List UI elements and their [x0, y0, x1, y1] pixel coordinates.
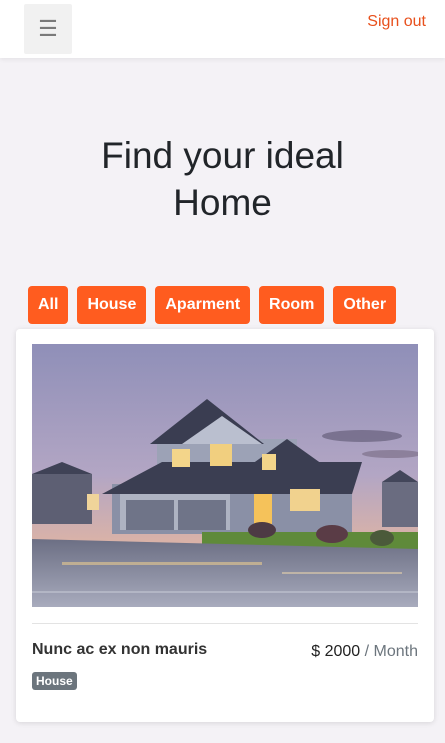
listing-photo[interactable] [32, 344, 418, 607]
card-divider [32, 623, 418, 624]
house-photo-image [32, 344, 418, 607]
sign-out-link[interactable]: Sign out [367, 13, 426, 31]
hamburger-icon: ☰ [38, 16, 58, 41]
filter-all-button[interactable]: All [28, 286, 69, 324]
property-type-badge: House [32, 672, 77, 690]
price-unit: / Month [364, 643, 418, 660]
filter-room-button[interactable]: Room [259, 286, 325, 324]
page-title-line-1: Find your ideal [101, 135, 344, 176]
page-title-line-2: Home [173, 182, 272, 223]
page-title: Find your ideal Home [0, 132, 445, 226]
listing-card[interactable]: Nunc ac ex non mauris $ 2000 / Month Hou… [16, 329, 434, 722]
filter-other-button[interactable]: Other [333, 286, 397, 324]
menu-toggle-button[interactable]: ☰ [24, 4, 72, 54]
price-amount: $ 2000 [311, 643, 361, 660]
top-navbar: ☰ Sign out [0, 0, 445, 58]
filter-house-button[interactable]: House [77, 286, 147, 324]
filter-apartment-button[interactable]: Aparment [155, 286, 251, 324]
listing-title[interactable]: Nunc ac ex non mauris [32, 641, 207, 659]
listing-price: $ 2000 / Month [311, 643, 418, 661]
category-filter-bar: All House Aparment Room Other [28, 286, 397, 324]
